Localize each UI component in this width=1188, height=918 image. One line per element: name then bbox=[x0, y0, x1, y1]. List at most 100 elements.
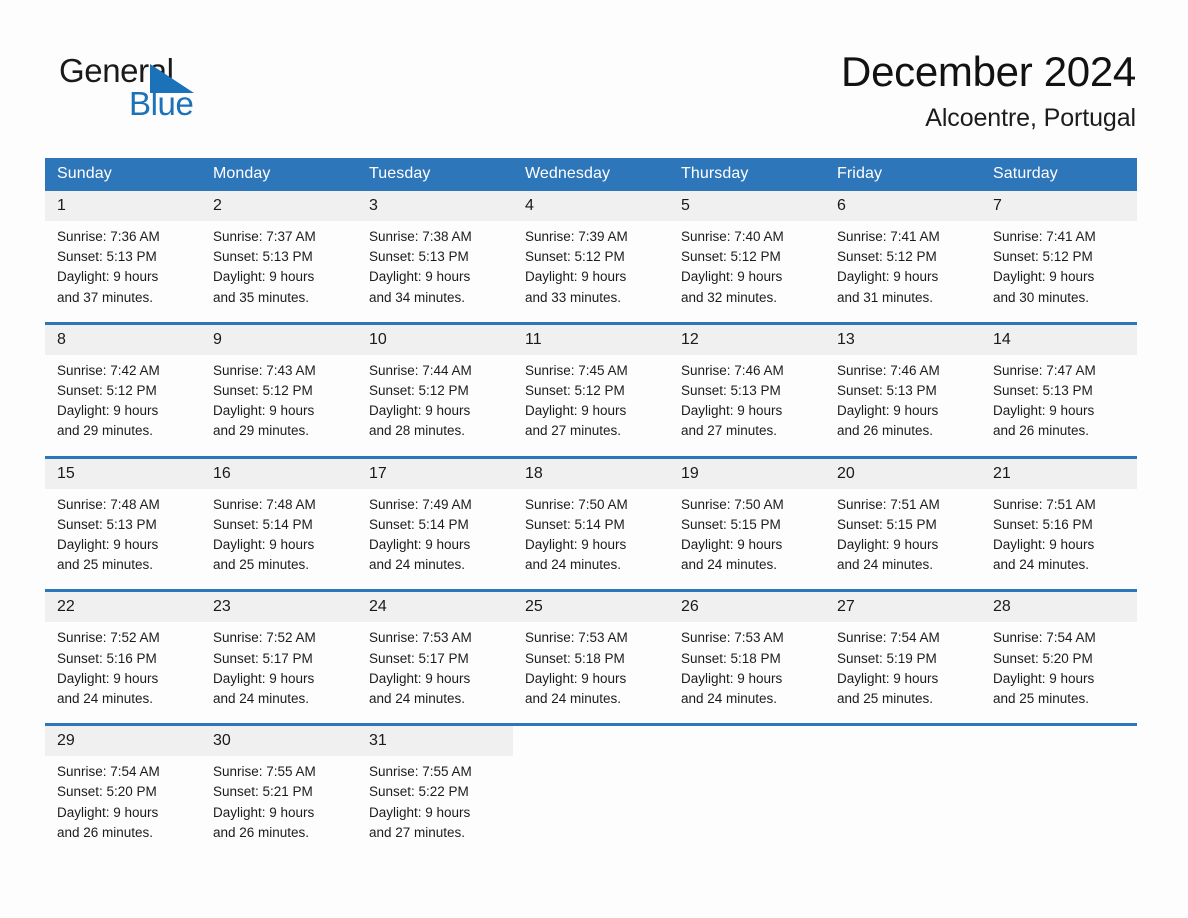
day-cell[interactable]: Sunrise: 7:39 AM Sunset: 5:12 PM Dayligh… bbox=[513, 221, 669, 322]
day-number[interactable]: 21 bbox=[981, 459, 1137, 489]
day-cell[interactable]: Sunrise: 7:43 AM Sunset: 5:12 PM Dayligh… bbox=[201, 355, 357, 456]
day-number[interactable]: 16 bbox=[201, 459, 357, 489]
day-cell[interactable]: Sunrise: 7:40 AM Sunset: 5:12 PM Dayligh… bbox=[669, 221, 825, 322]
day-cell[interactable]: Sunrise: 7:55 AM Sunset: 5:21 PM Dayligh… bbox=[201, 756, 357, 857]
day-number[interactable]: 27 bbox=[825, 592, 981, 622]
calendar-grid: Sunday Monday Tuesday Wednesday Thursday… bbox=[45, 158, 1137, 858]
day-number[interactable]: 26 bbox=[669, 592, 825, 622]
daylight-text-line1: Daylight: 9 hours bbox=[213, 269, 315, 285]
day-cell[interactable]: Sunrise: 7:37 AM Sunset: 5:13 PM Dayligh… bbox=[201, 221, 357, 322]
day-cell[interactable]: Sunrise: 7:48 AM Sunset: 5:14 PM Dayligh… bbox=[201, 489, 357, 590]
day-number[interactable]: 12 bbox=[669, 325, 825, 355]
day-cell[interactable]: Sunrise: 7:41 AM Sunset: 5:12 PM Dayligh… bbox=[825, 221, 981, 322]
sunset-text: Sunset: 5:16 PM bbox=[993, 516, 1093, 532]
daylight-text-line2: and 24 minutes. bbox=[369, 691, 466, 707]
day-cell[interactable]: Sunrise: 7:52 AM Sunset: 5:16 PM Dayligh… bbox=[45, 622, 201, 723]
day-number[interactable]: 24 bbox=[357, 592, 513, 622]
daylight-text-line2: and 31 minutes. bbox=[837, 289, 934, 305]
sunset-text: Sunset: 5:19 PM bbox=[837, 650, 937, 666]
sunset-text: Sunset: 5:14 PM bbox=[525, 516, 625, 532]
day-number[interactable]: 17 bbox=[357, 459, 513, 489]
day-cell[interactable]: Sunrise: 7:42 AM Sunset: 5:12 PM Dayligh… bbox=[45, 355, 201, 456]
day-number[interactable]: 1 bbox=[45, 191, 201, 221]
day-number[interactable]: 5 bbox=[669, 191, 825, 221]
day-cell[interactable]: Sunrise: 7:38 AM Sunset: 5:13 PM Dayligh… bbox=[357, 221, 513, 322]
day-number[interactable]: 29 bbox=[45, 726, 201, 756]
day-number[interactable]: 23 bbox=[201, 592, 357, 622]
day-number[interactable]: 10 bbox=[357, 325, 513, 355]
daylight-text-line2: and 24 minutes. bbox=[525, 691, 622, 707]
day-number-row: 15 16 17 18 19 20 21 bbox=[45, 458, 1137, 489]
day-number[interactable]: 30 bbox=[201, 726, 357, 756]
daylight-text-line1: Daylight: 9 hours bbox=[681, 269, 783, 285]
sunrise-text: Sunrise: 7:39 AM bbox=[525, 229, 628, 244]
day-cell[interactable]: Sunrise: 7:52 AM Sunset: 5:17 PM Dayligh… bbox=[201, 622, 357, 723]
weekday-header-monday: Monday bbox=[213, 165, 271, 182]
day-cell[interactable]: Sunrise: 7:55 AM Sunset: 5:22 PM Dayligh… bbox=[357, 756, 513, 857]
day-cell[interactable]: Sunrise: 7:48 AM Sunset: 5:13 PM Dayligh… bbox=[45, 489, 201, 590]
sunrise-text: Sunrise: 7:46 AM bbox=[681, 362, 784, 378]
day-cell[interactable]: Sunrise: 7:46 AM Sunset: 5:13 PM Dayligh… bbox=[825, 355, 981, 456]
day-cell[interactable]: Sunrise: 7:47 AM Sunset: 5:13 PM Dayligh… bbox=[981, 355, 1137, 456]
day-cell[interactable]: Sunrise: 7:45 AM Sunset: 5:12 PM Dayligh… bbox=[513, 355, 669, 456]
day-number[interactable]: 18 bbox=[513, 459, 669, 489]
sunrise-text: Sunrise: 7:43 AM bbox=[213, 362, 316, 378]
sunrise-text: Sunrise: 7:47 AM bbox=[993, 362, 1096, 378]
sunrise-text: Sunrise: 7:55 AM bbox=[213, 764, 316, 780]
day-number[interactable]: 3 bbox=[357, 191, 513, 221]
day-number[interactable]: 8 bbox=[45, 325, 201, 355]
calendar-page: General Blue December 2024 Alcoentre, Po… bbox=[0, 0, 1188, 918]
day-cell[interactable]: Sunrise: 7:49 AM Sunset: 5:14 PM Dayligh… bbox=[357, 489, 513, 590]
day-cell[interactable]: Sunrise: 7:54 AM Sunset: 5:20 PM Dayligh… bbox=[45, 756, 201, 857]
day-number[interactable]: 25 bbox=[513, 592, 669, 622]
day-number[interactable]: 7 bbox=[981, 191, 1137, 221]
daylight-text-line1: Daylight: 9 hours bbox=[681, 403, 783, 419]
day-cell[interactable]: Sunrise: 7:50 AM Sunset: 5:15 PM Dayligh… bbox=[669, 489, 825, 590]
day-cell[interactable]: Sunrise: 7:44 AM Sunset: 5:12 PM Dayligh… bbox=[357, 355, 513, 456]
sunset-text: Sunset: 5:21 PM bbox=[213, 784, 313, 800]
day-number[interactable]: 9 bbox=[201, 325, 357, 355]
day-number[interactable]: 19 bbox=[669, 459, 825, 489]
day-number[interactable]: 20 bbox=[825, 459, 981, 489]
day-cell[interactable]: Sunrise: 7:53 AM Sunset: 5:18 PM Dayligh… bbox=[513, 622, 669, 723]
daylight-text-line1: Daylight: 9 hours bbox=[369, 403, 471, 419]
day-cell[interactable]: Sunrise: 7:54 AM Sunset: 5:19 PM Dayligh… bbox=[825, 622, 981, 723]
day-number[interactable]: 4 bbox=[513, 191, 669, 221]
weekday-header-wednesday: Wednesday bbox=[525, 165, 611, 182]
daylight-text-line2: and 27 minutes. bbox=[369, 824, 466, 840]
daylight-text-line1: Daylight: 9 hours bbox=[213, 403, 315, 419]
day-cell[interactable]: Sunrise: 7:36 AM Sunset: 5:13 PM Dayligh… bbox=[45, 221, 201, 322]
daylight-text-line1: Daylight: 9 hours bbox=[57, 403, 159, 419]
day-cell[interactable]: Sunrise: 7:53 AM Sunset: 5:18 PM Dayligh… bbox=[669, 622, 825, 723]
day-cell[interactable]: Sunrise: 7:51 AM Sunset: 5:15 PM Dayligh… bbox=[825, 489, 981, 590]
sunset-text: Sunset: 5:14 PM bbox=[213, 516, 313, 532]
day-number[interactable]: 13 bbox=[825, 325, 981, 355]
day-number[interactable]: 28 bbox=[981, 592, 1137, 622]
day-number[interactable]: 14 bbox=[981, 325, 1137, 355]
daylight-text-line1: Daylight: 9 hours bbox=[213, 670, 315, 686]
day-number[interactable]: 2 bbox=[201, 191, 357, 221]
day-cell[interactable]: Sunrise: 7:41 AM Sunset: 5:12 PM Dayligh… bbox=[981, 221, 1137, 322]
day-number-empty bbox=[669, 726, 825, 757]
day-number[interactable]: 22 bbox=[45, 592, 201, 622]
daylight-text-line2: and 37 minutes. bbox=[57, 289, 154, 305]
day-cell[interactable]: Sunrise: 7:53 AM Sunset: 5:17 PM Dayligh… bbox=[357, 622, 513, 723]
day-cell[interactable]: Sunrise: 7:46 AM Sunset: 5:13 PM Dayligh… bbox=[669, 355, 825, 456]
day-cell[interactable]: Sunrise: 7:54 AM Sunset: 5:20 PM Dayligh… bbox=[981, 622, 1137, 723]
daylight-text-line2: and 24 minutes. bbox=[369, 557, 466, 573]
day-cell[interactable]: Sunrise: 7:51 AM Sunset: 5:16 PM Dayligh… bbox=[981, 489, 1137, 590]
day-number[interactable]: 15 bbox=[45, 459, 201, 489]
daylight-text-line2: and 34 minutes. bbox=[369, 289, 466, 305]
day-number[interactable]: 6 bbox=[825, 191, 981, 221]
day-cell[interactable]: Sunrise: 7:50 AM Sunset: 5:14 PM Dayligh… bbox=[513, 489, 669, 590]
sunrise-text: Sunrise: 7:44 AM bbox=[369, 362, 472, 378]
daylight-text-line1: Daylight: 9 hours bbox=[837, 670, 939, 686]
daylight-text-line1: Daylight: 9 hours bbox=[213, 537, 315, 553]
day-number-empty bbox=[825, 726, 981, 757]
sunrise-text: Sunrise: 7:51 AM bbox=[837, 496, 940, 512]
day-number[interactable]: 11 bbox=[513, 325, 669, 355]
page-title: December 2024 bbox=[841, 48, 1136, 95]
day-number-row: 8 9 10 11 12 13 14 bbox=[45, 324, 1137, 355]
day-number[interactable]: 31 bbox=[357, 726, 513, 756]
daylight-text-line2: and 26 minutes. bbox=[57, 824, 154, 840]
